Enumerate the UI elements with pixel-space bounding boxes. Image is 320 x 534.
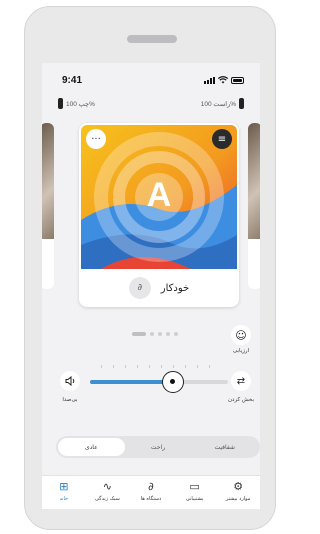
tab-support[interactable]: ▭ پشتیبانی <box>175 480 215 502</box>
phone-speaker <box>127 35 177 43</box>
status-bar: 9:41 <box>42 63 260 93</box>
feedback-label: ارزیابی <box>232 348 250 354</box>
segment-comfort[interactable]: راحت <box>125 438 192 456</box>
program-name: خودکار <box>160 282 190 294</box>
right-hearing-aid-label: راست 100% <box>200 101 236 108</box>
ear-icon: ∂ <box>128 277 151 299</box>
volume-thumb[interactable] <box>161 371 184 393</box>
more-options-button[interactable]: ··· <box>86 129 106 149</box>
status-time: 9:41 <box>62 75 83 86</box>
mute-control[interactable]: بی‌صدا <box>54 371 86 403</box>
tab-lifestyle-label: سبک زندگی <box>95 496 120 502</box>
tune-icon[interactable]: ⇄ <box>231 371 251 391</box>
signal-icon <box>204 77 215 84</box>
mute-label: بی‌صدا <box>62 397 78 403</box>
pager-dot[interactable] <box>132 332 146 336</box>
gear-icon: ⚙ <box>233 480 244 493</box>
segment-normal[interactable]: عادی <box>58 438 125 456</box>
left-hearing-aid-label: چپ 100% <box>66 101 95 108</box>
activity-icon: ∿ <box>102 480 112 493</box>
sound-mode-segmented-control: عادی راحت شفافیت <box>56 436 260 458</box>
left-battery-icon <box>58 98 63 109</box>
carousel-pager <box>132 332 178 336</box>
program-photo <box>248 123 260 239</box>
tab-support-label: پشتیبانی <box>185 496 204 502</box>
program-letter: A <box>146 176 172 214</box>
system-icons <box>204 76 244 84</box>
pager-dot[interactable] <box>166 332 170 336</box>
program-photo <box>42 123 54 239</box>
ellipsis-icon: ··· <box>91 133 101 145</box>
volume-fill <box>90 380 173 384</box>
pager-dot[interactable] <box>150 332 154 336</box>
pager-dot[interactable] <box>174 332 178 336</box>
split-volume-control[interactable]: ⇄ بخش کردن <box>222 371 260 403</box>
program-artwork: A <box>81 125 237 269</box>
tab-home[interactable]: ⊞ خانه <box>44 480 84 502</box>
tab-home-label: خانه <box>59 496 69 502</box>
speaker-icon[interactable] <box>60 371 80 391</box>
adjust-program-button[interactable]: ≡ <box>212 129 232 149</box>
tab-more-label: موارد بیشتر <box>225 496 251 502</box>
tab-devices-label: دستگاه ها <box>140 496 162 502</box>
segment-clarity[interactable]: شفافیت <box>191 438 258 456</box>
sliders-icon: ≡ <box>217 133 227 145</box>
chat-icon: ▭ <box>189 480 200 493</box>
grid-icon: ⊞ <box>59 480 69 493</box>
app-screen: 9:41 چپ 100% راست 100% A ··· ≡ ∂ خودکار … <box>42 63 260 509</box>
bottom-tab-bar: ⊞ خانه ∿ سبک زندگی ∂ دستگاه ها ▭ پشتیبان… <box>42 475 260 509</box>
hearing-aid-status: چپ 100% راست 100% <box>42 97 260 111</box>
program-card-footer: ∂ خودکار <box>79 269 239 307</box>
smiley-icon[interactable]: ☺ <box>231 325 251 345</box>
pager-dot[interactable] <box>158 332 162 336</box>
volume-slider[interactable] <box>90 371 228 393</box>
next-program-card[interactable] <box>248 123 260 289</box>
hearing-aid-icon: ∂ <box>148 480 154 493</box>
previous-program-card[interactable] <box>42 123 54 289</box>
right-battery-icon <box>239 98 244 109</box>
phone-frame: 9:41 چپ 100% راست 100% A ··· ≡ ∂ خودکار … <box>24 6 276 530</box>
feedback-control[interactable]: ☺ ارزیابی <box>228 325 254 354</box>
battery-icon <box>231 77 244 84</box>
program-card[interactable]: A ··· ≡ ∂ خودکار <box>79 123 239 307</box>
tab-devices[interactable]: ∂ دستگاه ها <box>131 480 171 502</box>
split-volume-label: بخش کردن <box>228 397 254 403</box>
wifi-icon <box>218 76 228 84</box>
tab-more[interactable]: ⚙ موارد بیشتر <box>218 480 258 502</box>
tab-lifestyle[interactable]: ∿ سبک زندگی <box>87 480 127 502</box>
